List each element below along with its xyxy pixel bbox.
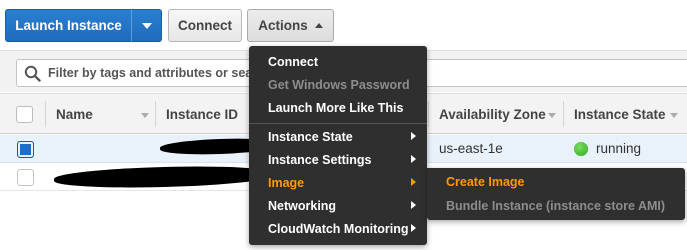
menu-item-image[interactable]: Image: [249, 171, 427, 194]
menu-item-launch-more-like-this[interactable]: Launch More Like This: [249, 96, 427, 119]
sort-caret-icon[interactable]: [548, 113, 556, 118]
sort-caret-icon[interactable]: [670, 113, 678, 118]
launch-instance-button[interactable]: Launch Instance: [5, 9, 131, 42]
sort-caret-icon[interactable]: [141, 113, 149, 118]
submenu-item-bundle-instance: Bundle Instance (instance store AMI): [446, 199, 666, 213]
redaction-mark: [53, 164, 275, 190]
chevron-up-icon: [314, 23, 323, 28]
chevron-right-icon: [411, 201, 416, 209]
chevron-right-icon: [411, 155, 416, 163]
actions-button[interactable]: Actions: [247, 9, 334, 42]
column-header-availability-zone[interactable]: Availability Zone: [439, 94, 546, 134]
submenu-item-create-image[interactable]: Create Image: [427, 170, 685, 194]
row-checkbox[interactable]: [17, 141, 34, 158]
select-all-checkbox[interactable]: [16, 106, 33, 123]
row-checkbox[interactable]: [17, 169, 34, 186]
actions-menu: Connect Get Windows Password Launch More…: [249, 46, 427, 245]
menu-divider: [249, 123, 427, 124]
launch-instance-label: Launch Instance: [15, 18, 122, 33]
column-divider: [45, 101, 46, 127]
instance-state-cell: running: [596, 141, 642, 156]
column-header-name[interactable]: Name: [56, 94, 93, 134]
column-header-instance-state[interactable]: Instance State: [574, 94, 666, 134]
chevron-down-icon: [141, 22, 152, 29]
actions-label: Actions: [258, 18, 308, 33]
menu-item-cloudwatch-monitoring[interactable]: CloudWatch Monitoring: [249, 217, 427, 240]
connect-button[interactable]: Connect: [168, 9, 242, 42]
search-icon: [24, 65, 41, 82]
connect-label: Connect: [178, 18, 232, 33]
menu-item-networking[interactable]: Networking: [249, 194, 427, 217]
menu-item-connect[interactable]: Connect: [249, 50, 427, 73]
menu-item-instance-settings[interactable]: Instance Settings: [249, 148, 427, 171]
column-divider: [428, 101, 429, 127]
availability-zone-cell: us-east-1e: [439, 141, 503, 156]
column-divider: [563, 101, 564, 127]
column-divider: [155, 101, 156, 127]
status-dot-icon: [574, 142, 588, 156]
chevron-right-icon: [411, 224, 416, 232]
chevron-right-icon: [411, 132, 416, 140]
image-submenu: Create Image Bundle Instance (instance s…: [427, 168, 685, 220]
column-header-instance-id[interactable]: Instance ID: [166, 94, 238, 134]
launch-instance-dropdown-button[interactable]: [131, 9, 162, 42]
menu-item-get-windows-password: Get Windows Password: [268, 77, 410, 92]
ec2-instances-view: Launch Instance Connect Actions Name Ins…: [0, 0, 687, 250]
chevron-right-icon: [411, 178, 416, 186]
menu-item-instance-state[interactable]: Instance State: [249, 125, 427, 148]
